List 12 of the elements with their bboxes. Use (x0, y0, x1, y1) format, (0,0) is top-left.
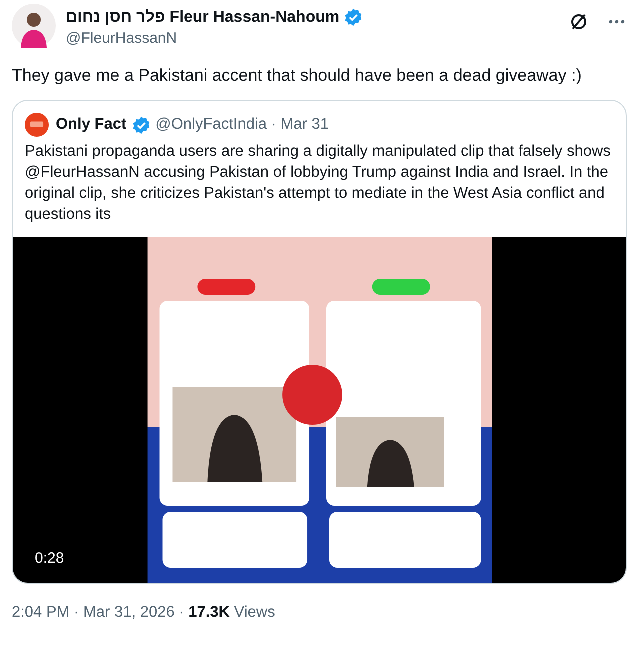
quoted-post-card[interactable] (12, 100, 627, 584)
quoted-author-name[interactable]: Only Fact (56, 116, 127, 134)
quoted-post-text: Pakistani propaganda users are sharing a digitally manipulated clip that falsely shows @FleurHassanN accusing Pakistan of lobbying Trump against India and Israel. In the original clip, she criticizes Pakistan's attempt to mediate in the West Asia conflict and questions its (25, 142, 612, 225)
logo-icon (25, 113, 49, 137)
avatar-icon[interactable] (12, 4, 56, 48)
author-handle[interactable]: @FleurHassanN (66, 30, 363, 47)
author-name[interactable]: פלר חסן נחום Fleur Hassan-Nahoum (66, 8, 340, 26)
quoted-post-meta: @OnlyFactIndia · Mar 31 (156, 116, 330, 134)
post-meta: 2:04 PM · Mar 31, 2026 · 17.3K Views (12, 604, 276, 622)
video-duration: 0:28 (35, 550, 64, 567)
slashed-circle-icon[interactable] (569, 12, 589, 32)
post-text: They gave me a Pakistani accent that should have been a dead giveaway :) (12, 65, 583, 87)
